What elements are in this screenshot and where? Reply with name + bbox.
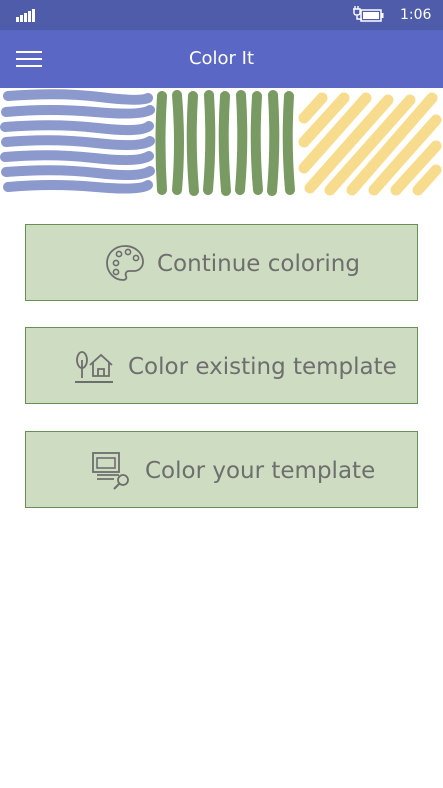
battery-charging-icon <box>353 6 384 22</box>
pictures-search-icon <box>92 452 129 490</box>
blue-horizontal-strokes <box>0 89 155 194</box>
continue-coloring-label: Continue coloring <box>157 251 360 277</box>
tree-house-icon <box>75 351 113 383</box>
palette-icon <box>106 245 144 281</box>
yellow-diagonal-strokes <box>298 92 442 196</box>
color-your-template-label: Color your template <box>145 458 376 484</box>
color-existing-template-button[interactable]: Color existing template <box>25 327 418 404</box>
color-existing-template-label: Color existing template <box>128 354 397 380</box>
signal-bars-icon <box>16 8 36 22</box>
color-your-template-button[interactable]: Color your template <box>25 431 418 508</box>
continue-coloring-button[interactable]: Continue coloring <box>25 224 418 301</box>
hero-color-strokes <box>0 89 442 196</box>
status-time: 1:06 <box>400 7 432 23</box>
app-title: Color It <box>188 48 255 69</box>
status-bar: 1:06 <box>0 0 443 30</box>
app-header: Color It <box>0 30 443 88</box>
green-vertical-strokes <box>155 90 295 196</box>
